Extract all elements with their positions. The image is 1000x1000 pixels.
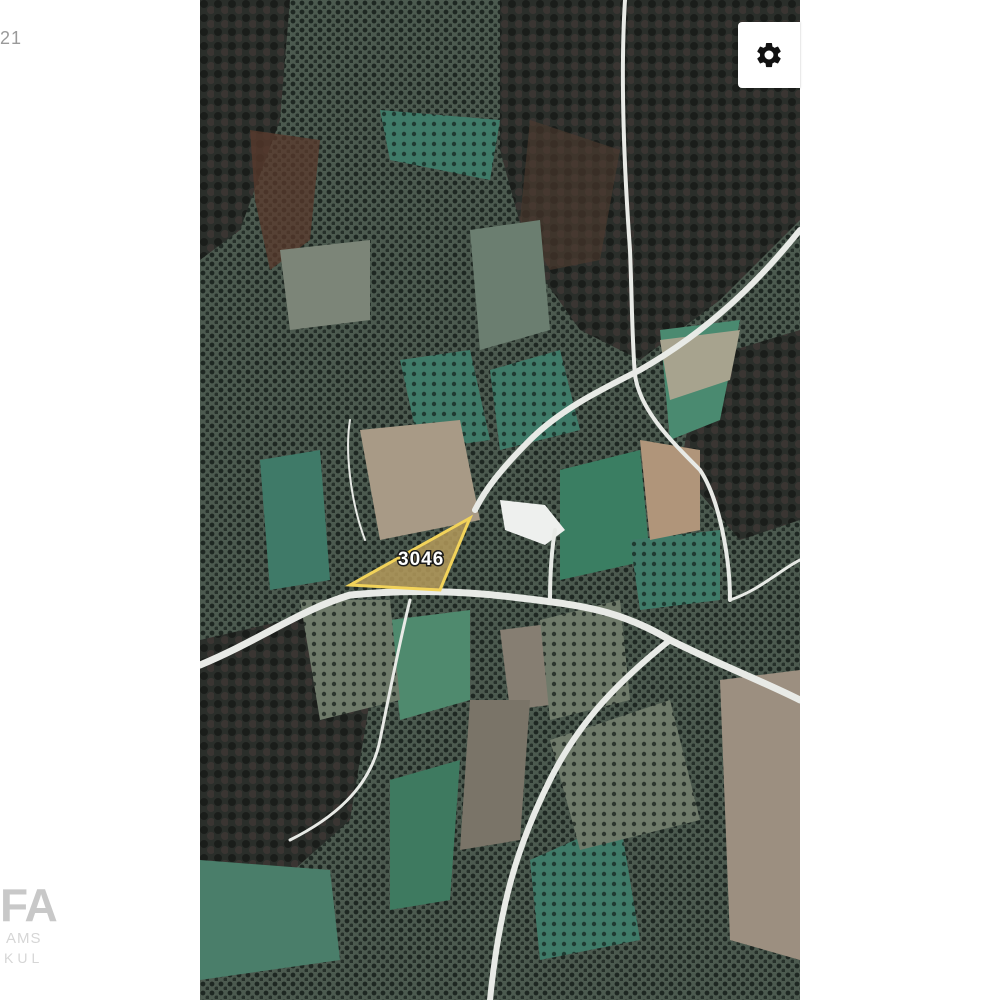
settings-button[interactable] [738, 22, 800, 88]
right-margin [800, 0, 1000, 1000]
parcel-label: 3046 [398, 549, 444, 570]
green-field-8 [260, 450, 330, 590]
bare-field-3 [720, 670, 800, 960]
green-field-10 [390, 760, 460, 910]
map-canvas[interactable]: 3046 [200, 0, 800, 1000]
left-margin [0, 0, 200, 1000]
green-field-7 [630, 530, 720, 610]
bare-field-2 [640, 440, 700, 540]
satellite-map[interactable]: 3046 [200, 0, 800, 1000]
field-15 [460, 700, 530, 850]
field-13 [280, 240, 370, 330]
field-2 [470, 220, 550, 350]
watermark-logo: FA [0, 879, 58, 931]
green-field-12 [200, 860, 340, 980]
corner-number: 21 [0, 28, 23, 48]
gear-icon [757, 42, 781, 68]
watermark-line-1: AMS [6, 930, 42, 947]
watermark-line-2: KUL [4, 950, 44, 966]
